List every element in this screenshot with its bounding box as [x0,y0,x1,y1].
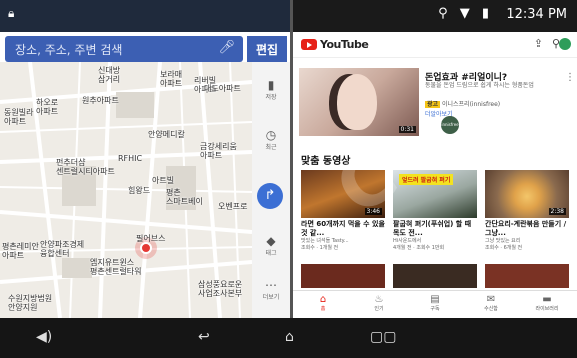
featured-duration: 0:31 [398,126,416,133]
library-icon: ▬ [542,294,552,305]
volume-icon[interactable]: ◀) [36,329,52,345]
nav-trending[interactable]: ♨ 인기 [351,294,407,312]
map-edit-button[interactable]: 편집 [247,36,287,62]
video-meta: 맛있는 녀석들 Tasty... 조회수 · 1개월 전 [301,238,349,251]
rail-item-recent[interactable]: ◷ 최근 [252,128,290,151]
featured-more-icon[interactable]: ⋮ [565,72,575,83]
video-thumbnail[interactable]: 2:38 [485,170,569,218]
nav-library[interactable]: ▬ 라이브러리 [519,294,575,312]
map-poi-label[interactable]: 오벤프로 [218,202,247,211]
map-poi-label[interactable]: 신대방 삼거리 [98,66,120,84]
map-poi-label[interactable]: 안양메디칼 [148,130,185,139]
featured-subtitle: 동물을 돈업 드림으로 쉽게 하시는 형품돈업 [425,82,534,89]
video-card[interactable]: 2:38 간단요리-계란볶음 만들기 / 그냥... 그냥 맛있는 요리 조회수… [485,170,569,252]
map-poi-label[interactable]: 펀추더샵 센트럴시티아파트 [56,158,115,176]
back-icon[interactable]: ↩ [198,329,210,345]
map-poi-label[interactable]: 안양파조경제 융합센터 [40,240,84,258]
video-meta: Hi사운드에서 4개월 전 · 조회수 1만회 [393,238,445,251]
subscriptions-icon: ▤ [430,294,440,305]
map-poi-label[interactable]: 삼성풍요로운 사업조사본부 [198,280,242,298]
split-screen: { "status": { "time": "12:34 PM", "icons… [0,0,577,358]
map-poi-label[interactable]: 아트빌 [152,176,174,185]
rail-item-saved[interactable]: ▮ 저장 [252,78,290,101]
more-icon: ⋯ [265,278,277,292]
video-title: 팔굽혀 펴기(푸쉬업) 할 때 목도 전... [393,220,472,237]
map-poi-label[interactable]: RFHIC [118,154,142,163]
youtube-logo-icon[interactable] [301,39,317,50]
home-icon[interactable]: ⌂ [285,329,294,345]
status-time: 12:34 PM [506,7,567,22]
fire-icon: ♨ [374,294,384,305]
section-title: 맞춤 동영상 [301,156,351,167]
ad-badge: 광고 [425,101,441,108]
map-poi-label[interactable]: 금강세리움 아파트 [200,142,237,160]
map-poi-label[interactable]: 보라매 아파트 [160,70,182,88]
video-thumbnail-partial[interactable] [393,264,477,288]
video-title: 라면 60개까지 먹을 수 있을 것 같... [301,220,385,237]
rail-item-more[interactable]: ⋯ 더보기 [252,278,290,301]
clock-icon: ◷ [265,128,277,142]
ad-text: 이니스프리(innisfree) [441,101,501,108]
cast-icon[interactable]: ⇪ [534,37,552,50]
video-duration: 3:46 [364,208,382,215]
status-icons: ⚲ ▼ ▮ [438,6,493,21]
youtube-bottom-nav: ⌂ 홈 ♨ 인기 ▤ 구독 ✉ 수신함 ▬ 라이브러리 [293,290,577,318]
status-bar-right: ⚲ ▼ ▮ 12:34 PM [293,0,577,32]
map-poi-label[interactable]: 평촌 스마트베이 [166,188,203,206]
youtube-brand: YouTube [320,38,369,51]
lock-icon: 🔒︎ [8,6,15,20]
map-poi-label[interactable]: 수원지방법원 안양지원 [8,294,52,312]
nav-home[interactable]: ⌂ 홈 [295,294,351,312]
map-poi-label[interactable]: 필어브스 [136,234,165,243]
avatar[interactable] [559,38,571,50]
tag-icon: ◆ [266,234,276,248]
map-poi-label[interactable]: 엠지유트윈스 평촌센트럴타워 [90,258,142,276]
recents-icon[interactable]: ▢▢ [370,329,396,345]
featured-ad-line: 광고 이니스프리(innisfree) [425,99,500,108]
directions-button[interactable]: ↱ [257,183,283,209]
video-card[interactable]: 엎드려 팔굽혀 펴기 팔굽혀 펴기(푸쉬업) 할 때 목도 전... Hi사운드… [393,170,477,252]
map-search-placeholder: 장소, 주소, 주변 검색 [15,43,123,57]
video-thumbnail[interactable]: 3:46 [301,170,385,218]
video-thumb-label: 엎드려 팔굽혀 펴기 [399,174,454,185]
mic-icon[interactable]: 🎤︎ [218,40,235,55]
inbox-icon: ✉ [486,294,496,305]
map-poi-label[interactable]: 원추아파트 [82,96,119,105]
nav-inbox[interactable]: ✉ 수신함 [463,294,519,312]
video-thumbnail-partial[interactable] [301,264,385,288]
featured-face-image [337,74,377,130]
nav-subscriptions[interactable]: ▤ 구독 [407,294,463,312]
map-search-input[interactable]: 장소, 주소, 주변 검색 🎤︎ [5,36,243,62]
map-poi-label[interactable]: 대도아파트 [204,84,241,93]
rail-item-tag[interactable]: ◆ 태그 [252,234,290,257]
video-title: 간단요리-계란볶음 만들기 / 그냥... [485,220,567,237]
video-thumbnail-partial[interactable] [485,264,569,288]
video-meta: 그냥 맛있는 요리 조회수 · 6개월 전 [485,238,523,251]
location-marker[interactable] [140,242,152,254]
youtube-app: YouTube ⇪⚲ 0:31 돈업효과 #리얼이니? 동물을 돈업 드림으로 … [293,32,577,318]
map-poi-label[interactable]: 힘왕드 [128,186,150,195]
video-thumbnail[interactable]: 엎드려 팔굽혀 펴기 [393,170,477,218]
featured-thumbnail[interactable]: 0:31 [299,68,419,136]
youtube-header: YouTube ⇪⚲ [293,32,577,58]
bookmark-icon: ▮ [267,78,275,92]
map-poi-label[interactable]: 하오로 아파트 [36,98,58,116]
map-canvas[interactable]: ▲ ⊙ 신대방 삼거리보라매 아파트리버빌 아파트대도아파트하오로 아파트원추아… [0,62,252,318]
featured-channel-avatar[interactable]: innisfree [441,116,459,134]
system-nav-bar: ◀) ↩ ⌂ ▢▢ [0,318,577,358]
video-duration: 2:38 [548,208,566,215]
home-icon: ⌂ [319,294,327,305]
status-bar-left: 🔒︎ [0,0,290,32]
map-poi-label[interactable]: 평촌레미안 아파트 [2,242,39,260]
map-poi-label[interactable]: 동원빌라 아파트 [4,108,33,126]
video-card[interactable]: 3:46 라면 60개까지 먹을 수 있을 것 같... 맛있는 녀석들 Tas… [301,170,385,252]
